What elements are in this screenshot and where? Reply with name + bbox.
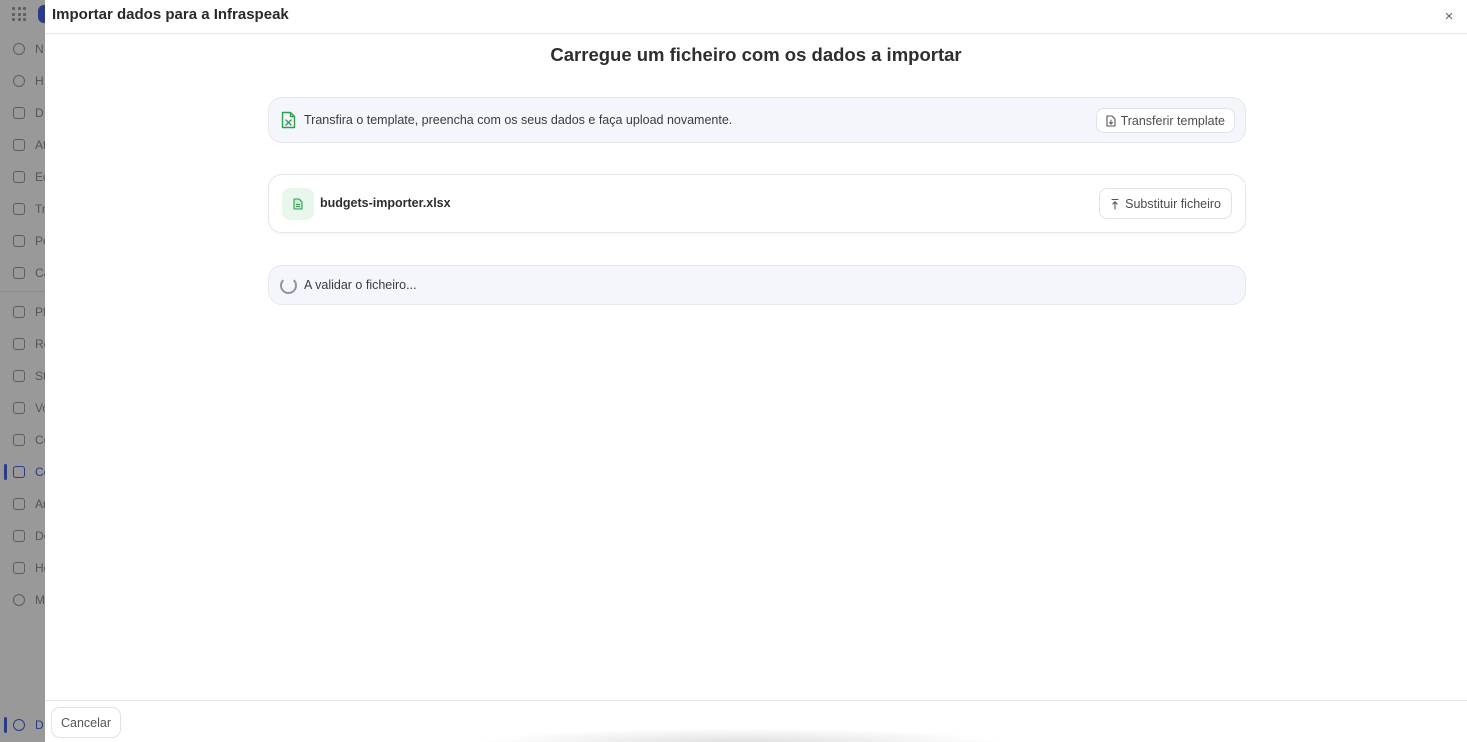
spreadsheet-file-icon	[293, 198, 303, 210]
close-button[interactable]: ×	[1439, 6, 1459, 26]
file-download-icon	[1106, 114, 1116, 127]
cancel-button[interactable]: Cancelar	[51, 707, 122, 738]
validation-status-text: A validar o ficheiro...	[304, 278, 417, 292]
modal-title: Importar dados para a Infraspeak	[52, 6, 289, 23]
validation-status-card: A validar o ficheiro...	[268, 265, 1246, 305]
download-template-label: Transferir template	[1120, 113, 1225, 128]
toast-shadow	[475, 728, 1005, 742]
close-icon: ×	[1444, 7, 1454, 25]
replace-file-button[interactable]: Substituir ficheiro	[1099, 188, 1232, 219]
uploaded-file-card: budgets-importer.xlsx Substituir ficheir…	[268, 174, 1246, 233]
excel-file-icon	[281, 111, 296, 129]
replace-file-label: Substituir ficheiro	[1125, 196, 1221, 211]
file-badge	[282, 188, 314, 220]
modal-header: Importar dados para a Infraspeak ×	[45, 0, 1467, 34]
upload-icon	[1111, 198, 1119, 210]
template-instructions: Transfira o template, preencha com os se…	[304, 113, 733, 127]
upload-heading: Carregue um ficheiro com os dados a impo…	[550, 44, 962, 65]
file-name: budgets-importer.xlsx	[320, 196, 451, 210]
import-modal: Importar dados para a Infraspeak × Carre…	[45, 0, 1467, 742]
template-card: Transfira o template, preencha com os se…	[268, 97, 1246, 143]
download-template-button[interactable]: Transferir template	[1095, 108, 1235, 133]
loading-spinner-icon	[280, 277, 297, 294]
